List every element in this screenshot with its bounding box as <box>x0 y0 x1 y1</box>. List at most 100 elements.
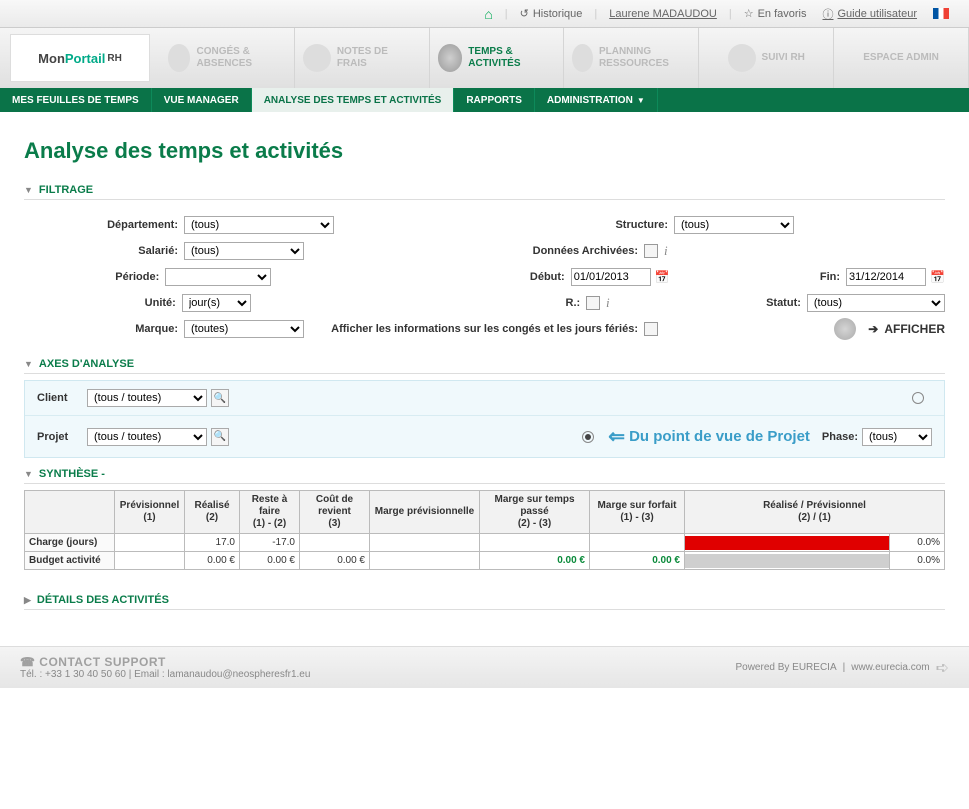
ratio-pct: 0.0% <box>890 534 945 552</box>
section-axes-label: AXES D'ANALYSE <box>39 358 134 370</box>
module-conges-label: CONGÉS & ABSENCES <box>196 46 285 70</box>
module-espace-label: ESPACE ADMIN <box>863 52 939 64</box>
search-icon[interactable]: 🔍 <box>211 428 229 446</box>
tab-manager[interactable]: VUE MANAGER <box>152 88 252 112</box>
th-marge-forfait: Marge sur forfait (1) - (3) <box>590 491 685 534</box>
input-fin[interactable] <box>846 268 926 286</box>
contact-support-label[interactable]: ☎ CONTACT SUPPORT <box>20 655 310 669</box>
cell: 0.00 € <box>480 552 590 570</box>
info-icon[interactable]: i <box>664 243 668 259</box>
checkbox-afficher-infos[interactable] <box>644 322 658 336</box>
section-filtrage-label: FILTRAGE <box>39 184 93 196</box>
arrow-left-icon: ⇐ <box>608 424 625 449</box>
input-debut[interactable] <box>571 268 651 286</box>
module-notes[interactable]: NOTES DE FRAIS <box>295 28 430 88</box>
calendar-icon[interactable]: 📅 <box>930 270 945 284</box>
tab-analyse[interactable]: ANALYSE DES TEMPS ET ACTIVITÉS <box>252 88 455 112</box>
logo-mon: Mon <box>38 51 65 66</box>
favorites-link[interactable]: ☆ En favoris <box>744 7 807 20</box>
afficher-button[interactable]: ➔ AFFICHER <box>868 322 945 336</box>
select-marque[interactable]: (toutes) <box>184 320 304 338</box>
arrow-icon: ➪ <box>936 658 949 678</box>
planning-icon <box>572 44 592 72</box>
module-notes-label: NOTES DE FRAIS <box>337 46 421 70</box>
th-reste: Reste à faire (1) - (2) <box>240 491 300 534</box>
cell: 17.0 <box>185 534 240 552</box>
label-client: Client <box>37 392 87 404</box>
contact-details: Tél. : +33 1 30 40 50 60 | Email : laman… <box>20 669 310 680</box>
select-unite[interactable]: jour(s) <box>182 294 251 312</box>
checkbox-donnees-archivees[interactable] <box>644 244 658 258</box>
th-marge-temps: Marge sur temps passé (2) - (3) <box>480 491 590 534</box>
section-axes-toggle[interactable]: ▼ AXES D'ANALYSE <box>24 358 945 374</box>
module-planning[interactable]: PLANNING RESSOURCES <box>564 28 699 88</box>
th-realise: Réalisé (2) <box>185 491 240 534</box>
select-projet[interactable]: (tous / toutes) <box>87 428 207 446</box>
select-salarie[interactable]: (tous) <box>184 242 304 260</box>
secondary-nav: MES FEUILLES DE TEMPS VUE MANAGER ANALYS… <box>0 88 969 112</box>
module-conges[interactable]: CONGÉS & ABSENCES <box>160 28 295 88</box>
tab-rapports[interactable]: RAPPORTS <box>454 88 535 112</box>
label-phase: Phase: <box>822 431 858 443</box>
tab-feuilles[interactable]: MES FEUILLES DE TEMPS <box>0 88 152 112</box>
chevron-right-icon: ▶ <box>24 595 31 606</box>
module-temps[interactable]: TEMPS & ACTIVITÉS <box>430 28 565 88</box>
ratio-pct: 0.0% <box>890 552 945 570</box>
select-structure[interactable]: (tous) <box>674 216 794 234</box>
cell <box>370 552 480 570</box>
section-details-toggle[interactable]: ▶ DÉTAILS DES ACTIVITÉS <box>24 594 945 610</box>
th-ratio: Réalisé / Prévisionnel (2) / (1) <box>685 491 945 534</box>
user-link[interactable]: Laurene MADAUDOU <box>609 8 717 20</box>
label-salarie: Salarié: <box>24 245 184 257</box>
select-client[interactable]: (tous / toutes) <box>87 389 207 407</box>
label-debut: Début: <box>271 271 570 283</box>
site-link[interactable]: www.eurecia.com <box>851 662 929 673</box>
select-departement[interactable]: (tous) <box>184 216 334 234</box>
label-statut: Statut: <box>610 297 807 309</box>
row-budget-label: Budget activité <box>25 552 115 570</box>
label-fin: Fin: <box>670 271 846 283</box>
cell: 0.00 € <box>185 552 240 570</box>
logo[interactable]: MonPortailRH <box>10 34 150 82</box>
pov-label: ⇐Du point de vue de Projet <box>608 424 810 449</box>
cell <box>300 534 370 552</box>
table-row: Charge (jours) 17.0 -17.0 0.0% <box>25 534 945 552</box>
logo-rh: RH <box>107 53 121 64</box>
suivi-icon <box>728 44 756 72</box>
calendar-icon[interactable]: 📅 <box>655 270 670 284</box>
module-espace[interactable]: ESPACE ADMIN <box>834 28 969 88</box>
ratio-bar <box>685 552 890 570</box>
select-phase[interactable]: (tous) <box>862 428 932 446</box>
logo-portail: Portail <box>65 51 105 66</box>
guide-link[interactable]: ⓘ Guide utilisateur <box>823 6 918 22</box>
cell: 0.00 € <box>240 552 300 570</box>
th-cout: Coût de revient (3) <box>300 491 370 534</box>
synthese-table: Prévisionnel (1) Réalisé (2) Reste à fai… <box>24 490 945 570</box>
powered-by-label: Powered By EURECIA <box>735 662 836 673</box>
label-periode: Période: <box>24 271 165 283</box>
select-statut[interactable]: (tous) <box>807 294 945 312</box>
section-synthese-toggle[interactable]: ▼ SYNTHÈSE - <box>24 468 945 484</box>
cell <box>115 552 185 570</box>
select-periode[interactable] <box>165 268 271 286</box>
radio-projet-pov[interactable] <box>582 431 594 443</box>
history-link[interactable]: ↺ Historique <box>520 7 583 20</box>
module-suivi[interactable]: SUIVI RH <box>699 28 834 88</box>
checkbox-r[interactable] <box>586 296 600 310</box>
label-departement: Département: <box>24 219 184 231</box>
section-details-label: DÉTAILS DES ACTIVITÉS <box>37 594 169 606</box>
flag-fr-icon[interactable] <box>933 8 949 19</box>
section-filtrage-toggle[interactable]: ▼ FILTRAGE <box>24 184 945 200</box>
search-icon[interactable]: 🔍 <box>211 389 229 407</box>
tab-admin[interactable]: ADMINISTRATION▼ <box>535 88 658 112</box>
module-suivi-label: SUIVI RH <box>762 52 805 64</box>
export-icon[interactable] <box>834 318 856 340</box>
th-previsionnel: Prévisionnel (1) <box>115 491 185 534</box>
label-unite: Unité: <box>24 297 182 309</box>
header: MonPortailRH CONGÉS & ABSENCES NOTES DE … <box>0 28 969 88</box>
radio-client-pov[interactable] <box>912 392 924 404</box>
home-icon[interactable]: ⌂ <box>484 6 492 22</box>
module-planning-label: PLANNING RESSOURCES <box>599 46 690 70</box>
favorites-label: En favoris <box>758 8 807 20</box>
footer: ☎ CONTACT SUPPORT Tél. : +33 1 30 40 50 … <box>0 646 969 688</box>
